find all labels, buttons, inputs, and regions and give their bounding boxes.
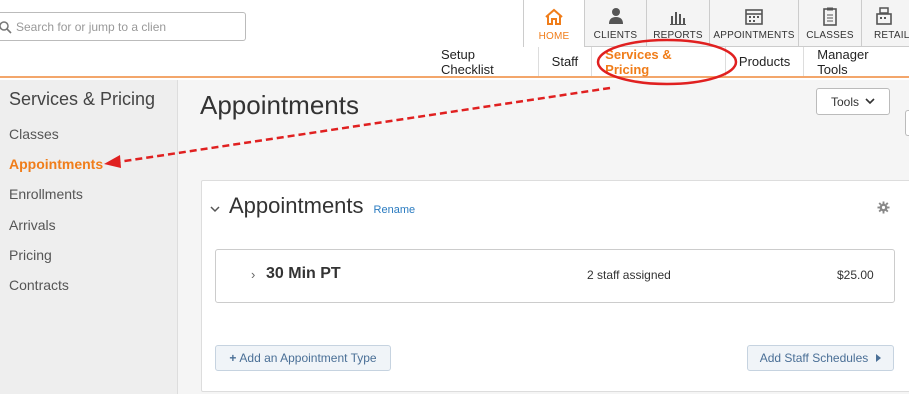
plus-icon: + — [229, 351, 237, 365]
sub-nav: Setup Checklist Staff Services & Pricing… — [0, 47, 909, 78]
clipboard-icon — [823, 7, 837, 26]
add-staff-schedules-label: Add Staff Schedules — [759, 351, 869, 365]
appointments-panel: Appointments Rename › 30 Min PT 2 staff … — [201, 180, 909, 392]
chevron-right-icon — [876, 354, 882, 362]
nav-tab-label: APPOINTMENTS — [713, 30, 795, 41]
sidebar: Services & Pricing Classes Appointments … — [0, 80, 178, 394]
sidebar-item-arrivals[interactable]: Arrivals — [9, 217, 56, 233]
search-box[interactable] — [0, 12, 246, 41]
sidebar-item-pricing[interactable]: Pricing — [9, 247, 52, 263]
panel-title: Appointments — [229, 193, 364, 218]
person-icon — [608, 8, 623, 24]
appointment-type-row[interactable]: › 30 Min PT 2 staff assigned $25.00 — [215, 249, 895, 303]
bar-chart-icon — [670, 12, 686, 25]
register-icon — [876, 7, 892, 25]
nav-tab-home[interactable]: HOME — [523, 0, 584, 47]
edge-button[interactable] — [905, 110, 909, 136]
nav-tab-clients[interactable]: CLIENTS — [584, 0, 646, 47]
sidebar-item-appointments[interactable]: Appointments — [9, 156, 103, 172]
nav-tab-label: HOME — [538, 31, 570, 42]
add-staff-schedules-button[interactable]: Add Staff Schedules — [747, 345, 894, 371]
nav-tab-label: CLIENTS — [593, 30, 638, 41]
collapse-chevron-icon[interactable] — [210, 205, 220, 213]
subnav-services-pricing[interactable]: Services & Pricing — [591, 47, 725, 77]
nav-tab-label: REPORTS — [653, 30, 703, 41]
nav-tab-retail[interactable]: RETAIL — [861, 0, 909, 47]
home-icon — [545, 8, 563, 25]
subnav-staff[interactable]: Staff — [537, 47, 592, 76]
nav-tab-appointments[interactable]: APPOINTMENTS — [709, 0, 798, 47]
subnav-manager-tools[interactable]: Manager Tools — [803, 47, 909, 77]
nav-tab-reports[interactable]: REPORTS — [646, 0, 709, 47]
page-title: Appointments — [200, 90, 359, 120]
main-nav: HOME CLIENTS REPORTS APPOINTMENTS CLASSE… — [523, 0, 909, 47]
subnav-products[interactable]: Products — [724, 47, 803, 76]
subnav-setup-checklist[interactable]: Setup Checklist — [428, 47, 538, 77]
appointment-price: $25.00 — [837, 268, 874, 282]
search-icon — [0, 20, 14, 34]
add-appointment-type-label: Add an Appointment Type — [239, 351, 377, 365]
main-content: Appointments Tools Appointments Rename ›… — [178, 80, 909, 394]
sidebar-item-classes[interactable]: Classes — [9, 126, 59, 142]
nav-tab-label: CLASSES — [806, 30, 854, 41]
tools-label: Tools — [830, 94, 859, 109]
expand-chevron-icon[interactable]: › — [251, 267, 255, 282]
calendar-icon — [745, 9, 763, 25]
nav-tab-classes[interactable]: CLASSES — [798, 0, 861, 47]
chevron-down-icon — [865, 98, 875, 105]
top-bar: HOME CLIENTS REPORTS APPOINTMENTS CLASSE… — [0, 0, 909, 47]
rename-link[interactable]: Rename — [374, 204, 416, 216]
sidebar-title: Services & Pricing — [9, 89, 156, 109]
search-input[interactable] — [16, 19, 236, 34]
gear-icon[interactable] — [877, 201, 890, 214]
panel-header: Appointments Rename — [210, 193, 415, 219]
sidebar-item-enrollments[interactable]: Enrollments — [9, 186, 83, 202]
appointment-type-name: 30 Min PT — [266, 265, 341, 282]
nav-tab-label: RETAIL — [874, 30, 909, 41]
staff-assigned: 2 staff assigned — [587, 268, 671, 282]
add-appointment-type-button[interactable]: + Add an Appointment Type — [215, 345, 391, 371]
tools-button[interactable]: Tools — [816, 88, 890, 115]
sidebar-item-contracts[interactable]: Contracts — [9, 277, 69, 293]
